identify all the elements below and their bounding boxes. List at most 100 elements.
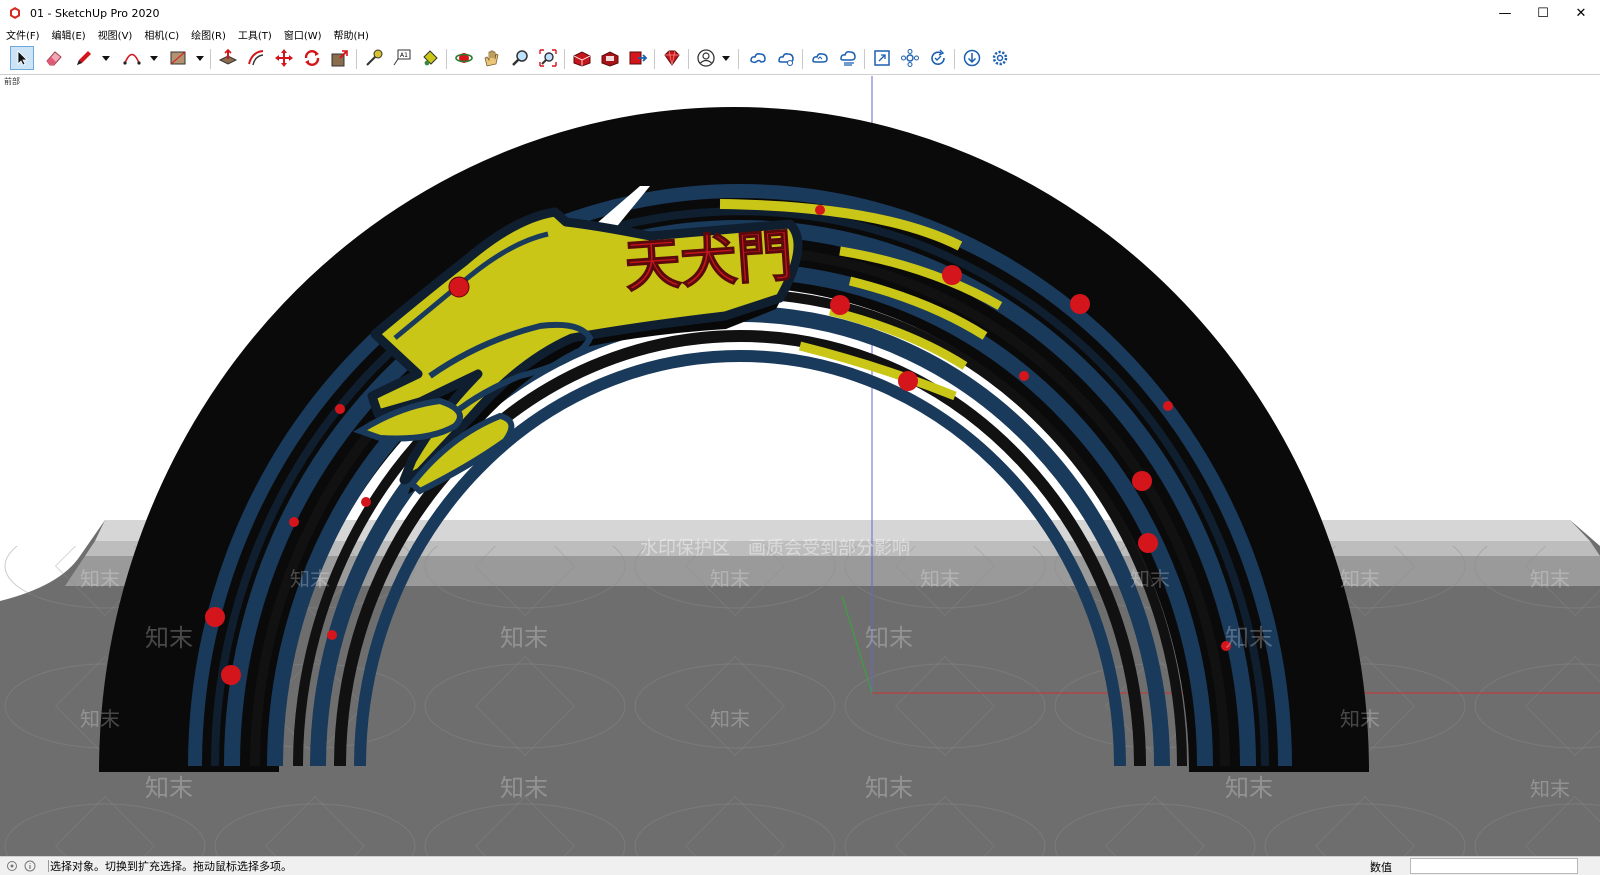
pan-tool-button[interactable] — [480, 46, 504, 70]
push-pull-tool-button[interactable] — [216, 46, 240, 70]
menu-edit[interactable]: 编辑(E) — [52, 27, 86, 42]
watermark-tile: 知末 — [80, 567, 120, 591]
watermark-tile: 知末 — [80, 707, 120, 731]
components-icon — [901, 49, 919, 67]
menu-window[interactable]: 窗口(W) — [284, 27, 322, 42]
pencil-tool-button[interactable] — [72, 46, 96, 70]
menu-view[interactable]: 视图(V) — [98, 27, 133, 42]
rotate-tool-button[interactable] — [300, 46, 324, 70]
red-dot — [1070, 294, 1090, 314]
text-tool-button[interactable]: A1 — [390, 46, 414, 70]
scale-icon — [331, 50, 348, 67]
close-button[interactable]: ✕ — [1562, 0, 1600, 26]
watermark-main: 水印保护区 画质会受到部分影响 — [640, 538, 910, 559]
toolbar-separator — [654, 49, 655, 69]
main-toolbar: A1 — [0, 43, 1600, 75]
zoom-extents-tool-button[interactable] — [536, 46, 560, 70]
red-dot — [815, 205, 825, 215]
watermark-tile: 知末 — [500, 624, 548, 652]
zoom-tool-button[interactable] — [508, 46, 532, 70]
text-icon: A1 — [393, 49, 411, 66]
frame-button[interactable] — [870, 46, 894, 70]
watermark-tile: 知末 — [1530, 567, 1570, 591]
model-viewport[interactable]: 天犬門 水印保护区 画质会受到部分影响 知末 知末 知末 知末 知末 知末 知末… — [0, 76, 1600, 856]
red-dot — [205, 607, 225, 627]
red-dot — [1019, 371, 1029, 381]
maximize-button[interactable]: ☐ — [1524, 0, 1562, 26]
move-tool-button[interactable] — [272, 46, 296, 70]
refresh-button[interactable] — [926, 46, 950, 70]
eraser-icon — [46, 51, 62, 66]
offset-icon — [248, 50, 264, 66]
settings-button[interactable] — [988, 46, 1012, 70]
send-to-layout-button[interactable] — [626, 46, 650, 70]
arc-dropdown-icon[interactable] — [150, 54, 158, 62]
rectangle-tool-button[interactable] — [166, 46, 190, 70]
menu-bar: 文件(F) 编辑(E) 视图(V) 相机(C) 绘图(R) 工具(T) 窗口(W… — [0, 26, 1600, 42]
watermark-tile: 知末 — [1225, 624, 1273, 652]
offset-tool-button[interactable] — [244, 46, 268, 70]
extension-warehouse-button[interactable] — [598, 46, 622, 70]
tape-measure-tool-button[interactable] — [362, 46, 386, 70]
scale-tool-button[interactable] — [328, 46, 352, 70]
layout-icon — [629, 51, 648, 65]
minimize-button[interactable]: — — [1486, 0, 1524, 26]
info-icon[interactable] — [24, 860, 36, 872]
toolbar-separator — [864, 49, 865, 69]
account-dropdown-icon[interactable] — [722, 54, 730, 62]
menu-camera[interactable]: 相机(C) — [144, 27, 179, 42]
title-bar: 01 - SketchUp Pro 2020 — ☐ ✕ — [0, 0, 1600, 26]
cloud-download-button[interactable] — [836, 46, 860, 70]
red-dot — [221, 665, 241, 685]
menu-draw[interactable]: 绘图(R) — [191, 27, 226, 42]
cloud-share-button[interactable] — [746, 46, 770, 70]
zoom-icon — [512, 50, 528, 66]
watermark-tile: 知末 — [1340, 567, 1380, 591]
toolbar-separator — [688, 49, 689, 69]
window-title: 01 - SketchUp Pro 2020 — [30, 6, 160, 20]
watermark-tile: 知末 — [710, 567, 750, 591]
pan-icon — [484, 50, 499, 67]
components-button[interactable] — [898, 46, 922, 70]
toolbar-separator — [802, 49, 803, 69]
account-button[interactable] — [694, 46, 718, 70]
watermark-tile: 知末 — [1340, 707, 1380, 731]
download-button[interactable] — [960, 46, 984, 70]
scene-canvas[interactable]: 天犬門 水印保护区 画质会受到部分影响 知末 知末 知末 知末 知末 知末 知末… — [0, 76, 1600, 856]
ruby-console-button[interactable] — [660, 46, 684, 70]
ruby-icon — [664, 50, 680, 66]
measurements-input[interactable] — [1410, 858, 1578, 874]
account-icon — [697, 49, 715, 67]
arc-tool-button[interactable] — [120, 46, 144, 70]
cloud-upload-icon — [778, 53, 794, 66]
red-dot — [289, 517, 299, 527]
menu-tools[interactable]: 工具(T) — [238, 27, 272, 42]
scene-tab-label[interactable]: 前部 — [4, 76, 20, 87]
orbit-tool-button[interactable] — [452, 46, 476, 70]
geo-location-icon[interactable] — [6, 860, 18, 872]
red-dot — [1138, 533, 1158, 553]
pencil-dropdown-icon[interactable] — [102, 54, 110, 62]
refresh-icon — [931, 49, 945, 65]
watermark-tile: 知末 — [710, 707, 750, 731]
tape-measure-icon — [366, 49, 383, 66]
3d-warehouse-button[interactable] — [570, 46, 594, 70]
paint-bucket-tool-button[interactable] — [418, 46, 442, 70]
extension-warehouse-icon — [601, 51, 619, 67]
rotate-icon — [304, 50, 320, 66]
pencil-icon — [77, 51, 91, 65]
cloud-upload-button[interactable] — [774, 46, 798, 70]
rectangle-dropdown-icon[interactable] — [196, 54, 204, 62]
menu-file[interactable]: 文件(F) — [6, 27, 40, 42]
cloud-sync-button[interactable] — [808, 46, 832, 70]
watermark-tile: 知末 — [1225, 774, 1273, 802]
menu-help[interactable]: 帮助(H) — [334, 27, 369, 42]
red-dot — [1163, 401, 1173, 411]
eraser-tool-button[interactable] — [42, 46, 66, 70]
select-tool-button[interactable] — [10, 46, 34, 70]
watermark-tile: 知末 — [145, 624, 193, 652]
watermark-tile: 知末 — [145, 774, 193, 802]
download-icon — [963, 49, 981, 67]
sketchup-logo-icon — [10, 7, 20, 19]
status-bar: 选择对象。切换到扩充选择。拖动鼠标选择多项。 数值 — [0, 856, 1600, 875]
